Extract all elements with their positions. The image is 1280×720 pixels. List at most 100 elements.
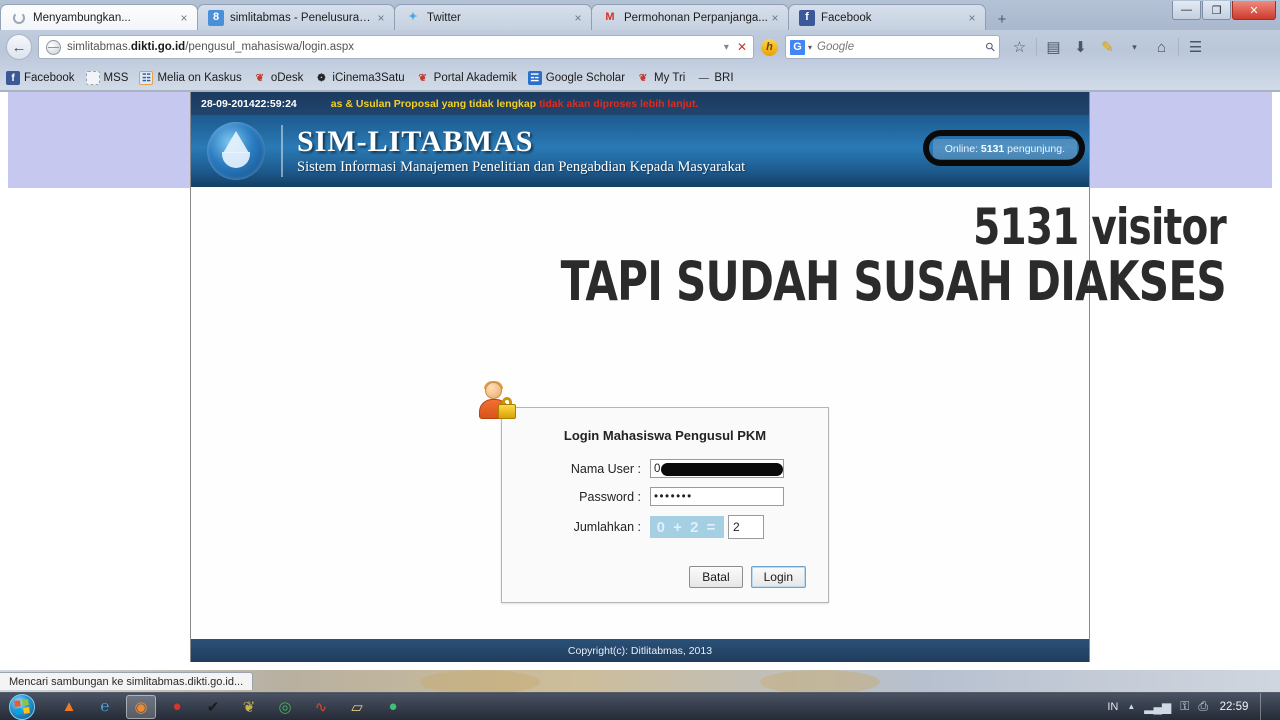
page-background-band-left <box>8 92 190 188</box>
bookmark-bri[interactable]: ‒‒ BRI <box>696 71 734 85</box>
opera-icon[interactable]: ● <box>162 695 192 719</box>
new-tab-button[interactable]: + <box>989 8 1015 30</box>
browser-status-bar: Mencari sambungan ke simlitabmas.dikti.g… <box>0 672 254 690</box>
stop-loading-icon[interactable]: ✕ <box>737 40 747 54</box>
page-background-band-right <box>1090 92 1272 188</box>
red-curve-app-icon[interactable]: ∿ <box>306 695 336 719</box>
browser-tab-3[interactable]: ✦ Twitter × <box>394 4 592 30</box>
network-signal-icon[interactable]: ▂▄▆ <box>1144 700 1171 714</box>
banner-divider <box>281 125 283 177</box>
bookmark-portal-akademik[interactable]: ❦ Portal Akademik <box>416 71 516 85</box>
reading-list-icon[interactable]: ▤ <box>1040 34 1067 60</box>
checkmark-app-icon[interactable]: ✔ <box>198 695 228 719</box>
bookmark-melia-on-kaskus[interactable]: ☷ Melia on Kaskus <box>139 71 242 85</box>
captcha-row: Jumlahkan : 0 + 2 = 2 <box>502 515 828 539</box>
tab-close-icon[interactable]: × <box>571 11 585 25</box>
navigation-toolbar: ← simlitabmas.dikti.go.id/pengusul_mahas… <box>0 30 1280 64</box>
back-button[interactable]: ← <box>6 34 32 60</box>
internet-explorer-icon[interactable]: ℮ <box>90 695 120 719</box>
tab-close-icon[interactable]: × <box>965 11 979 25</box>
username-label: Nama User : <box>570 461 641 476</box>
captcha-answer-input[interactable]: 2 <box>728 515 764 539</box>
bug-app-icon[interactable]: ❦ <box>234 695 264 719</box>
redaction-bar <box>661 463 783 476</box>
overflow-caret-icon[interactable]: ▾ <box>1121 34 1148 60</box>
removable-device-icon[interactable]: ⎙ <box>1198 699 1208 714</box>
bookmarks-bar: f Facebook MSS ☷ Melia on Kaskus ❦ oDesk… <box>0 66 1280 90</box>
highlighter-icon[interactable]: ✎ <box>1094 34 1121 60</box>
browser-tab-4[interactable]: M Permohonan Perpanjanga... × <box>591 4 789 30</box>
gmail-icon: M <box>605 11 615 23</box>
tab-strip: Menyambungkan... × 8 simlitabmas - Penel… <box>0 2 1015 30</box>
windows-taskbar: ▲ ℮ ◉ ● ✔ ❦ ◎ ∿ ▱ ● IN ▲ ▂▄▆ ⚿ ⎙ 22:59 <box>0 692 1280 720</box>
tab-close-icon[interactable]: × <box>374 11 388 25</box>
bookmark-odesk[interactable]: ❦ oDesk <box>253 71 304 85</box>
bookmark-google-scholar[interactable]: ☲ Google Scholar <box>527 71 626 85</box>
taskbar-items: ▲ ℮ ◉ ● ✔ ❦ ◎ ∿ ▱ ● <box>44 694 408 719</box>
cancel-button[interactable]: Batal <box>689 566 743 588</box>
site-identity-globe-icon <box>46 39 61 55</box>
captcha-label: Jumlahkan : <box>573 520 641 534</box>
maximize-button[interactable]: ❐ <box>1202 1 1231 20</box>
search-input[interactable]: Google <box>817 41 854 53</box>
autocomplete-caret-icon[interactable]: ▾ <box>724 42 729 53</box>
taskbar-clock[interactable]: 22:59 <box>1217 701 1251 713</box>
address-bar[interactable]: simlitabmas.dikti.go.id/pengusul_mahasis… <box>38 35 754 59</box>
bri-icon: ‒‒ <box>698 72 709 84</box>
brand-block: SIM-LITABMAS Sistem Informasi Manajemen … <box>297 126 745 175</box>
tab-close-icon[interactable]: × <box>768 11 782 25</box>
url-text: simlitabmas.dikti.go.id/pengusul_mahasis… <box>67 41 354 53</box>
firefox-icon[interactable]: ◉ <box>126 694 156 719</box>
folder-explorer-icon[interactable]: ▱ <box>342 695 372 719</box>
page-viewport: 28-09-2014 22:59:24 as & Usulan Proposal… <box>0 92 1280 670</box>
site-content-area: Login Mahasiswa Pengusul PKM Nama User :… <box>191 187 1089 639</box>
show-desktop-button[interactable] <box>1260 692 1270 720</box>
system-tray: IN ▲ ▂▄▆ ⚿ ⎙ 22:59 <box>1107 692 1280 720</box>
browser-tab-5[interactable]: f Facebook × <box>788 4 986 30</box>
green-app-icon[interactable]: ● <box>378 695 408 719</box>
site-footer: Copyright(c): Ditlitabmas, 2013 <box>191 639 1089 662</box>
marquee-text-yellow: as & Usulan Proposal yang tidak lengkap <box>330 97 540 110</box>
downloads-icon[interactable]: ⬇ <box>1067 34 1094 60</box>
login-button[interactable]: Login <box>750 566 806 588</box>
login-button-row: Batal Login <box>502 548 828 602</box>
close-window-button[interactable]: ✕ <box>1232 1 1276 20</box>
portal-icon: ❦ <box>418 72 427 84</box>
password-label: Password : <box>579 489 641 504</box>
odesk-icon: ❦ <box>255 72 264 84</box>
bookmark-label: MSS <box>103 72 129 84</box>
home-icon[interactable]: ⌂ <box>1148 34 1175 60</box>
bookmark-label: BRI <box>714 72 734 84</box>
tab-title: Permohonan Perpanjanga... <box>624 11 768 24</box>
bookmark-icinema3satu[interactable]: ❁ iCinema3Satu <box>314 71 404 85</box>
bookmark-star-icon[interactable]: ☆ <box>1006 34 1033 60</box>
password-input[interactable]: ••••••• <box>650 487 784 506</box>
tab-close-icon[interactable]: × <box>177 11 191 25</box>
bookmark-label: Google Scholar <box>545 72 626 84</box>
language-indicator[interactable]: IN <box>1107 701 1118 713</box>
bookmark-facebook[interactable]: f Facebook <box>6 71 75 85</box>
windows-start-orb[interactable] <box>0 693 44 720</box>
minimize-button[interactable]: — <box>1172 1 1201 20</box>
show-hidden-icons-arrow[interactable]: ▲ <box>1127 702 1135 711</box>
bookmark-my-tri[interactable]: ❦ My Tri <box>636 71 686 85</box>
search-engine-caret-icon[interactable]: ▾ <box>808 43 812 52</box>
menu-hamburger-icon[interactable]: ☰ <box>1182 34 1209 60</box>
search-bar[interactable]: G ▾ Google ⚲ <box>785 35 1000 59</box>
browser-tab-2[interactable]: 8 simlitabmas - Penelusuran ... × <box>197 4 395 30</box>
security-lock-icon[interactable]: ⚿ <box>1180 699 1189 714</box>
chrome-icon[interactable]: ◎ <box>270 695 300 719</box>
browser-tab-1[interactable]: Menyambungkan... × <box>0 4 198 30</box>
annotation-circle-highlight <box>923 130 1085 166</box>
vlc-icon[interactable]: ▲ <box>54 695 84 719</box>
search-magnifier-icon[interactable]: ⚲ <box>983 39 999 55</box>
username-input[interactable]: 0 <box>650 459 784 478</box>
bookmark-mss[interactable]: MSS <box>85 71 129 85</box>
marquee-text-red: tidak akan diproses lebih lanjut. <box>539 97 699 110</box>
captcha-question: 0 + 2 = <box>650 516 724 538</box>
hola-extension-icon[interactable]: h <box>761 38 778 56</box>
tab-title: Twitter <box>427 11 461 24</box>
bookmark-label: oDesk <box>270 72 304 84</box>
username-row: Nama User : 0 <box>502 459 828 478</box>
site-time: 22:59:24 <box>254 97 297 110</box>
